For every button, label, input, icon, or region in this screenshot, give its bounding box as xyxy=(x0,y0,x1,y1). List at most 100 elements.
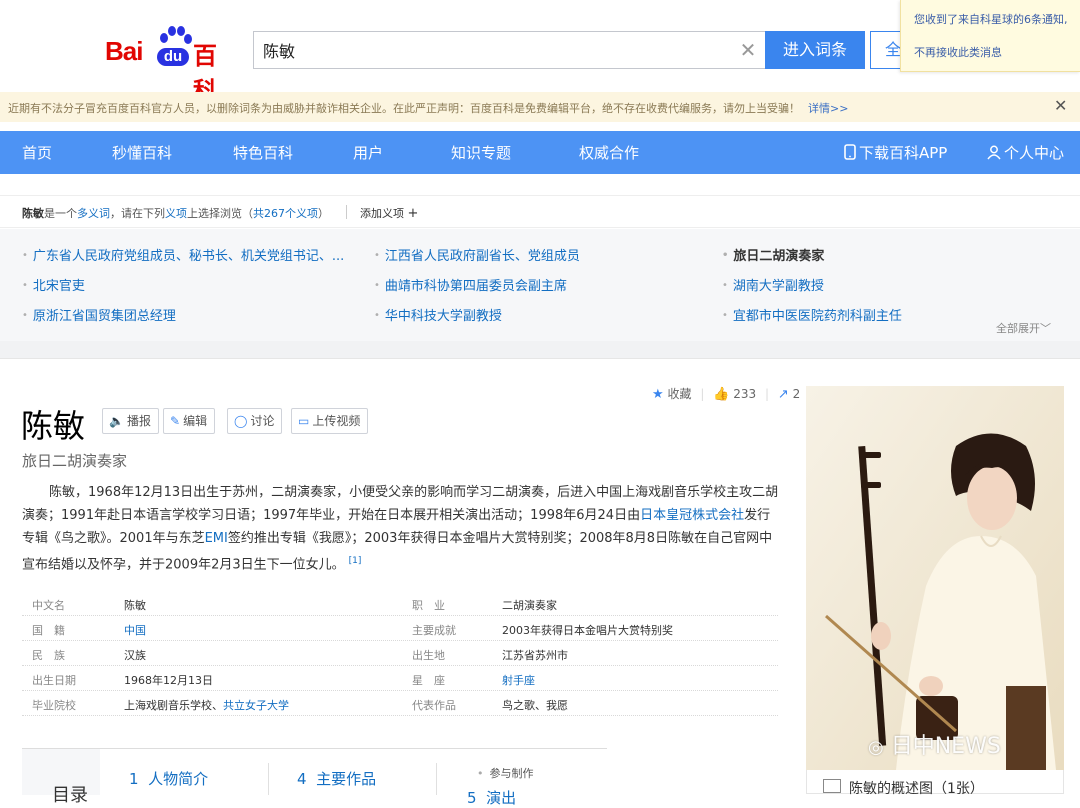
nav-item-miaodong[interactable]: 秒懂百科 xyxy=(112,142,172,163)
nav-item-topics[interactable]: 知识专题 xyxy=(451,142,511,163)
info-link[interactable]: 共立女子大学 xyxy=(223,699,289,712)
info-row: 国 籍 中国 主要成就 2003年获得日本金唱片大赏特别奖 xyxy=(22,616,778,641)
sense-item[interactable]: 曲靖市科协第四届委员会副主席 xyxy=(374,275,567,294)
info-value: 鸟之歌、我愿 xyxy=(502,699,568,712)
logo-du-text: du xyxy=(157,48,189,66)
like-button[interactable]: 👍 233 xyxy=(713,387,756,402)
image-icon xyxy=(823,779,841,793)
personal-center-link[interactable]: 个人中心 xyxy=(987,142,1064,163)
video-icon: ▭ xyxy=(298,414,310,428)
summary-link[interactable]: EMI xyxy=(205,531,228,546)
divider xyxy=(436,763,437,795)
sense-item[interactable]: 北宋官吏 xyxy=(22,275,85,294)
page-title: 陈敏 xyxy=(21,407,86,445)
watermark: ◎ 日中NEWS xyxy=(868,734,1001,759)
summary-link[interactable]: 日本皇冠株式会社 xyxy=(640,508,744,523)
polysemy-link[interactable]: 多义词 xyxy=(77,207,110,220)
edit-button[interactable]: ✎ 编辑 xyxy=(163,408,216,434)
photo-caption[interactable]: 陈敏的概述图（1张） xyxy=(806,770,1064,797)
divider xyxy=(0,341,1080,359)
info-value: 陈敏 xyxy=(124,599,146,612)
enter-entry-button[interactable]: 进入词条 xyxy=(765,31,865,69)
summary-paragraph: 陈敏，1968年12月13日出生于苏州，二胡演奏家，小便受父亲的影响而学习二胡演… xyxy=(22,485,779,573)
notice-bar: 近期有不法分子冒充百度百科官方人员，以删除词条为由威胁并敲诈相关企业。在此严正声… xyxy=(0,92,1080,122)
info-key: 毕业院校 xyxy=(32,699,76,712)
info-value: 1968年12月13日 xyxy=(124,674,213,687)
sense-item[interactable]: 广东省人民政府党组成员、秘书长、机关党组书记、... xyxy=(22,245,344,264)
info-row: 出生日期 1968年12月13日 星 座 射手座 xyxy=(22,666,778,691)
info-key: 代表作品 xyxy=(412,699,456,712)
sense-item[interactable]: 原浙江省国贸集团总经理 xyxy=(22,305,176,324)
info-key: 星 座 xyxy=(412,674,445,687)
add-sense-button[interactable]: 添加义项 + xyxy=(360,205,418,221)
toc-label: 目录 xyxy=(22,749,100,806)
info-value: 二胡演奏家 xyxy=(502,599,557,612)
close-icon[interactable]: ✕ xyxy=(1054,98,1067,114)
nav-item-featured[interactable]: 特色百科 xyxy=(233,142,293,163)
toc-subitem[interactable]: • 参与制作 xyxy=(477,765,534,781)
broadcast-button[interactable]: 🔈 播报 xyxy=(102,408,159,434)
sense-item[interactable]: 宜都市中医医院药剂科副主任 xyxy=(722,305,902,324)
notification-text[interactable]: 您收到了来自科星球的6条通知, xyxy=(914,11,1068,27)
chevron-down-icon: ﹀ xyxy=(1040,322,1051,335)
nav-item-home[interactable]: 首页 xyxy=(22,142,52,163)
collect-button[interactable]: ★ 收藏 xyxy=(652,387,692,402)
info-value: 射手座 xyxy=(502,672,535,688)
nav-item-users[interactable]: 用户 xyxy=(353,142,383,163)
info-key: 出生日期 xyxy=(32,674,76,687)
sense-item-current: 旅日二胡演奏家 xyxy=(722,245,824,264)
polysemy-list: 广东省人民政府党组成员、秘书长、机关党组书记、... 江西省人民政府副省长、党组… xyxy=(0,229,1080,341)
sense-link[interactable]: 义项 xyxy=(165,207,187,220)
download-app-link[interactable]: 下载百科APP xyxy=(844,142,947,163)
notice-text: 近期有不法分子冒充百度百科官方人员，以删除词条为由威胁并敲诈相关企业。在此严正声… xyxy=(8,102,849,115)
notice-detail-link[interactable]: 详情>> xyxy=(808,102,848,115)
expand-all-button[interactable]: 全部展开﹀ xyxy=(996,320,1051,336)
nav-item-partners[interactable]: 权威合作 xyxy=(579,142,639,163)
baidu-baike-logo[interactable]: Bai du 百科 xyxy=(105,26,240,105)
portrait-photo[interactable] xyxy=(806,386,1064,770)
share-button[interactable]: ↗ 2 xyxy=(777,387,800,402)
sense-item[interactable]: 江西省人民政府副省长、党组成员 xyxy=(374,245,580,264)
info-row: 民 族 汉族 出生地 江苏省苏州市 xyxy=(22,641,778,666)
reference-link[interactable]: [1] xyxy=(349,556,362,566)
divider xyxy=(346,205,347,219)
page-subtitle: 旅日二胡演奏家 xyxy=(22,452,128,470)
notification-dismiss-link[interactable]: 不再接收此类消息 xyxy=(914,44,1002,60)
speaker-icon: 🔈 xyxy=(109,414,124,428)
search-input[interactable] xyxy=(253,31,765,69)
toc-item[interactable]: 5 演出 xyxy=(467,787,516,808)
info-key: 国 籍 xyxy=(32,624,65,637)
upload-video-button[interactable]: ▭ 上传视频 xyxy=(291,408,369,434)
info-value: 江苏省苏州市 xyxy=(502,649,568,662)
discuss-button[interactable]: ◯ 讨论 xyxy=(227,408,283,434)
main-nav: 首页 秒懂百科 特色百科 用户 知识专题 权威合作 下载百科APP 个人中心 xyxy=(0,131,1080,174)
phone-icon xyxy=(844,144,856,160)
action-bar: ★ 收藏 | 👍 233 | ↗ 2 xyxy=(652,387,801,402)
user-icon xyxy=(987,145,1001,160)
chat-bubble-icon: ◯ xyxy=(234,414,248,428)
info-link[interactable]: 射手座 xyxy=(502,674,535,687)
info-key: 主要成就 xyxy=(412,624,456,637)
share-icon: ↗ xyxy=(777,387,789,402)
info-value: 上海戏剧音乐学校、共立女子大学 xyxy=(124,699,289,712)
info-row: 毕业院校 上海戏剧音乐学校、共立女子大学 代表作品 鸟之歌、我愿 xyxy=(22,691,778,716)
wechat-icon: ◎ xyxy=(868,737,884,758)
sense-count-link[interactable]: 共267个义项 xyxy=(253,207,318,220)
info-row: 中文名 陈敏 职 业 二胡演奏家 xyxy=(22,591,778,616)
info-link[interactable]: 中国 xyxy=(124,624,146,637)
clear-icon[interactable]: ✕ xyxy=(738,40,758,60)
polysemy-description: 陈敏是一个多义词，请在下列义项上选择浏览（共267个义项） xyxy=(22,207,329,220)
divider xyxy=(268,763,269,795)
info-value: 中国 xyxy=(124,622,146,638)
logo-bai-text: Bai xyxy=(105,36,143,66)
info-value: 2003年获得日本金唱片大赏特别奖 xyxy=(502,624,673,637)
plus-icon: + xyxy=(407,206,419,221)
toc-item[interactable]: 1 人物简介 xyxy=(129,768,208,789)
info-key: 民 族 xyxy=(32,649,65,662)
table-of-contents: 目录 1 人物简介 4 主要作品 • 参与制作 5 演出 xyxy=(22,748,607,807)
thumbs-up-icon: 👍 xyxy=(713,387,730,402)
sense-item[interactable]: 华中科技大学副教授 xyxy=(374,305,502,324)
sense-item[interactable]: 湖南大学副教授 xyxy=(722,275,824,294)
info-key: 出生地 xyxy=(412,649,445,662)
toc-item[interactable]: 4 主要作品 xyxy=(297,768,376,789)
